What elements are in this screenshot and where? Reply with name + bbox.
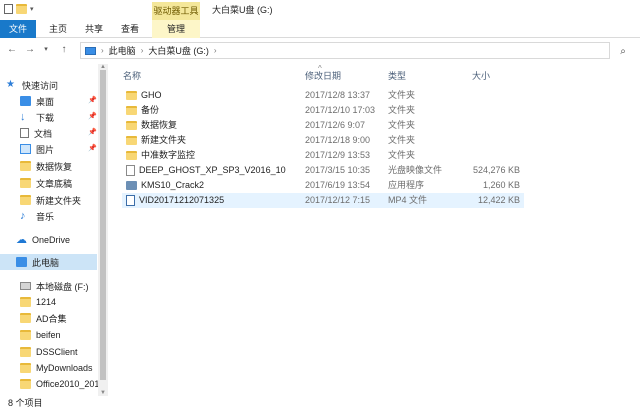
- folder-icon: [20, 161, 31, 171]
- desktop-icon: [20, 96, 31, 106]
- nav-item-mydownloads[interactable]: MyDownloads: [20, 360, 110, 376]
- breadcrumb-separator-icon[interactable]: ›: [141, 46, 144, 55]
- status-bar: 8 个项目: [0, 396, 640, 411]
- application-icon: [126, 181, 137, 190]
- scrollbar-thumb[interactable]: [100, 70, 106, 380]
- computer-icon: [16, 257, 27, 267]
- nav-item-onedrive[interactable]: ☁ OneDrive: [16, 232, 110, 248]
- nav-item-local-disk-f[interactable]: 本地磁盘 (F:): [20, 278, 110, 294]
- music-icon: ♪: [20, 210, 26, 222]
- column-header-name[interactable]: 名称: [123, 68, 141, 84]
- pin-icon: 📌: [88, 129, 97, 136]
- qat-dropdown-icon[interactable]: ▾: [30, 5, 34, 13]
- disc-image-icon: [126, 165, 135, 176]
- nav-item-new-folder[interactable]: 新建文件夹: [20, 192, 110, 208]
- file-row[interactable]: DEEP_GHOST_XP_SP3_V2016_10 2017/3/15 10:…: [122, 163, 524, 178]
- drive-icon: [20, 282, 31, 290]
- nav-item-this-pc[interactable]: 此电脑: [0, 254, 97, 270]
- quick-access-toolbar: ▾: [4, 4, 34, 14]
- folder-icon: [126, 121, 137, 130]
- nav-item-1214[interactable]: 1214: [20, 294, 110, 310]
- drive-tools-context-label: 驱动器工具: [152, 2, 200, 20]
- tab-share[interactable]: 共享: [80, 20, 108, 38]
- address-row: ← → ▾ ↑ › 此电脑 › 大白菜U盘 (G:) › ⌕: [0, 39, 640, 63]
- nav-item-office2010[interactable]: Office2010_201: [20, 376, 110, 392]
- file-row[interactable]: GHO 2017/12/8 13:37 文件夹: [122, 88, 524, 103]
- folder-icon: [126, 106, 137, 115]
- star-icon: ★: [6, 79, 15, 90]
- folder-icon: [20, 347, 31, 357]
- nav-item-beifen[interactable]: beifen: [20, 327, 110, 343]
- file-list: 名称 ^ 修改日期 类型 大小 GHO 2017/12/8 13:37 文件夹 …: [112, 64, 640, 396]
- nav-item-quick-access[interactable]: ★ 快速访问: [6, 77, 103, 93]
- folder-icon: [126, 91, 137, 100]
- back-arrow-icon[interactable]: ←: [6, 44, 18, 56]
- column-header-size[interactable]: 大小: [472, 68, 490, 84]
- file-row[interactable]: 新建文件夹 2017/12/18 9:00 文件夹: [122, 133, 524, 148]
- ribbon-tabs: 文件 主页 共享 查看 管理: [0, 20, 640, 38]
- file-row[interactable]: VID20171212071325 2017/12/12 7:15 MP4 文件…: [122, 193, 524, 208]
- folder-icon: [20, 313, 31, 323]
- download-icon: ↓: [20, 111, 26, 123]
- computer-icon: [85, 46, 96, 55]
- recent-locations-chevron-icon[interactable]: ▾: [40, 44, 52, 56]
- video-file-icon: [126, 195, 135, 206]
- file-row[interactable]: KMS10_Crack2 2017/6/19 13:54 应用程序 1,260 …: [122, 178, 524, 193]
- column-header-type[interactable]: 类型: [388, 68, 406, 84]
- folder-icon: [126, 136, 137, 145]
- folder-icon: [20, 330, 31, 340]
- nav-item-ad-collection[interactable]: AD合集: [20, 310, 110, 326]
- breadcrumb-this-pc[interactable]: 此电脑: [109, 44, 136, 57]
- column-header-date[interactable]: 修改日期: [305, 68, 341, 84]
- breadcrumb-drive[interactable]: 大白菜U盘 (G:): [148, 44, 209, 57]
- folder-icon: [20, 195, 31, 205]
- document-icon: [20, 128, 29, 138]
- file-row[interactable]: 备份 2017/12/10 17:03 文件夹: [122, 103, 524, 118]
- address-bar[interactable]: › 此电脑 › 大白菜U盘 (G:) ›: [80, 42, 610, 59]
- nav-item-music[interactable]: ♪ 音乐: [20, 208, 110, 224]
- nav-item-data-recovery[interactable]: 数据恢复: [20, 158, 110, 174]
- file-row[interactable]: 中准数字监控 2017/12/9 13:53 文件夹: [122, 148, 524, 163]
- up-arrow-icon[interactable]: ↑: [58, 44, 70, 56]
- folder-icon: [20, 178, 31, 188]
- breadcrumb-separator-icon[interactable]: ›: [214, 46, 217, 55]
- tab-manage[interactable]: 管理: [152, 20, 200, 38]
- title-bar: ▾ 驱动器工具 大白菜U盘 (G:): [0, 0, 640, 20]
- tab-home[interactable]: 主页: [44, 20, 72, 38]
- folder-icon: [20, 363, 31, 373]
- picture-icon: [20, 144, 31, 154]
- folder-icon: [126, 151, 137, 160]
- pin-icon: 📌: [88, 145, 97, 152]
- cloud-icon: ☁: [16, 234, 27, 246]
- search-icon[interactable]: ⌕: [616, 45, 630, 59]
- forward-arrow-icon[interactable]: →: [24, 44, 36, 56]
- folder-icon: [20, 297, 31, 307]
- nav-item-article-drafts[interactable]: 文章底稿: [20, 175, 110, 191]
- navigation-pane: ★ 快速访问 桌面 📌 ↓ 下载 📌 文档 📌 图片 📌 数据恢复 文章底稿 新…: [0, 64, 110, 396]
- properties-icon[interactable]: [4, 4, 13, 14]
- tab-file[interactable]: 文件: [0, 20, 36, 38]
- folder-icon: [20, 379, 31, 389]
- nav-item-dssclient[interactable]: DSSClient: [20, 344, 110, 360]
- file-row[interactable]: 数据恢复 2017/12/6 9:07 文件夹: [122, 118, 524, 133]
- tab-view[interactable]: 查看: [116, 20, 144, 38]
- new-folder-icon[interactable]: [16, 4, 27, 14]
- nav-scrollbar[interactable]: ▲ ▼: [98, 64, 108, 396]
- pin-icon: 📌: [88, 113, 97, 120]
- window-title: 大白菜U盘 (G:): [212, 5, 273, 15]
- pin-icon: 📌: [88, 97, 97, 104]
- item-count: 8 个项目: [8, 398, 43, 408]
- breadcrumb-separator-icon[interactable]: ›: [101, 46, 104, 55]
